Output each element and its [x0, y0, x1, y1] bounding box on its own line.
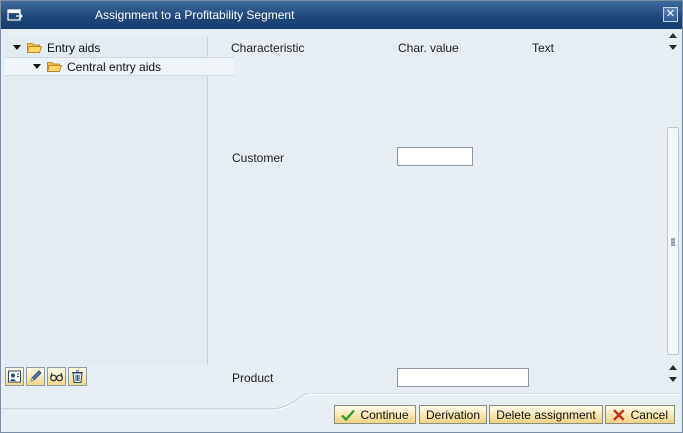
scroll-down-icon[interactable] — [669, 377, 677, 382]
column-header-characteristic: Characteristic — [231, 41, 305, 55]
expand-triangle-icon[interactable] — [33, 64, 41, 69]
continue-button[interactable]: Continue — [334, 405, 416, 424]
expand-triangle-icon[interactable] — [13, 45, 21, 50]
cancel-x-icon — [613, 408, 625, 421]
display-button[interactable] — [47, 367, 66, 386]
scroll-up-icon[interactable] — [669, 365, 677, 370]
tree-node-entry-aids[interactable]: Entry aids — [5, 39, 214, 56]
scroll-thumb[interactable] — [667, 127, 679, 355]
close-icon: ✕ — [665, 8, 676, 20]
delete-assignment-button[interactable]: Delete assignment — [489, 405, 603, 424]
delete-assignment-label: Delete assignment — [496, 407, 596, 422]
product-input[interactable] — [397, 368, 529, 387]
delete-button[interactable] — [68, 367, 87, 386]
trash-icon — [72, 370, 83, 383]
column-header-char-value: Char. value — [398, 41, 459, 55]
column-header-text: Text — [532, 41, 555, 55]
continue-label: Continue — [360, 407, 409, 422]
pencil-icon — [30, 370, 42, 382]
window-title: Assignment to a Profitability Segment — [95, 8, 295, 22]
dialog-window: Assignment to a Profitability Segment ✕ … — [0, 0, 683, 433]
close-button[interactable]: ✕ — [663, 7, 678, 22]
title-bar: Assignment to a Profitability Segment ✕ — [1, 1, 682, 29]
tree-toolbar — [5, 367, 87, 389]
customer-label: Customer — [232, 151, 285, 165]
entry-aids-tree: Entry aids Central entry aids — [5, 37, 234, 365]
cancel-button[interactable]: Cancel — [605, 405, 675, 424]
folder-open-icon — [27, 43, 42, 53]
tree-node-label: Central entry aids — [67, 59, 162, 74]
glasses-icon — [50, 372, 63, 382]
characteristics-pane: Characteristic Char. value Text Customer… — [208, 37, 666, 393]
window-menu-icon[interactable] — [7, 7, 23, 23]
derivation-button[interactable]: Derivation — [419, 405, 487, 424]
user-data-button[interactable] — [5, 367, 24, 386]
cancel-label: Cancel — [630, 407, 668, 422]
vertical-scrollbar[interactable] — [666, 31, 680, 393]
edit-button[interactable] — [26, 367, 45, 386]
checkmark-icon — [341, 409, 356, 421]
product-label: Product — [232, 371, 274, 385]
scroll-up-icon[interactable] — [669, 33, 677, 38]
folder-open-icon — [47, 62, 62, 72]
scroll-down-icon[interactable] — [669, 45, 677, 50]
tree-node-label: Entry aids — [47, 40, 101, 55]
customer-input[interactable] — [397, 147, 473, 166]
grip-icon — [671, 238, 675, 246]
tree-node-central-entry-aids[interactable]: Central entry aids — [5, 57, 234, 76]
user-data-icon — [8, 370, 21, 383]
derivation-label: Derivation — [425, 407, 481, 422]
